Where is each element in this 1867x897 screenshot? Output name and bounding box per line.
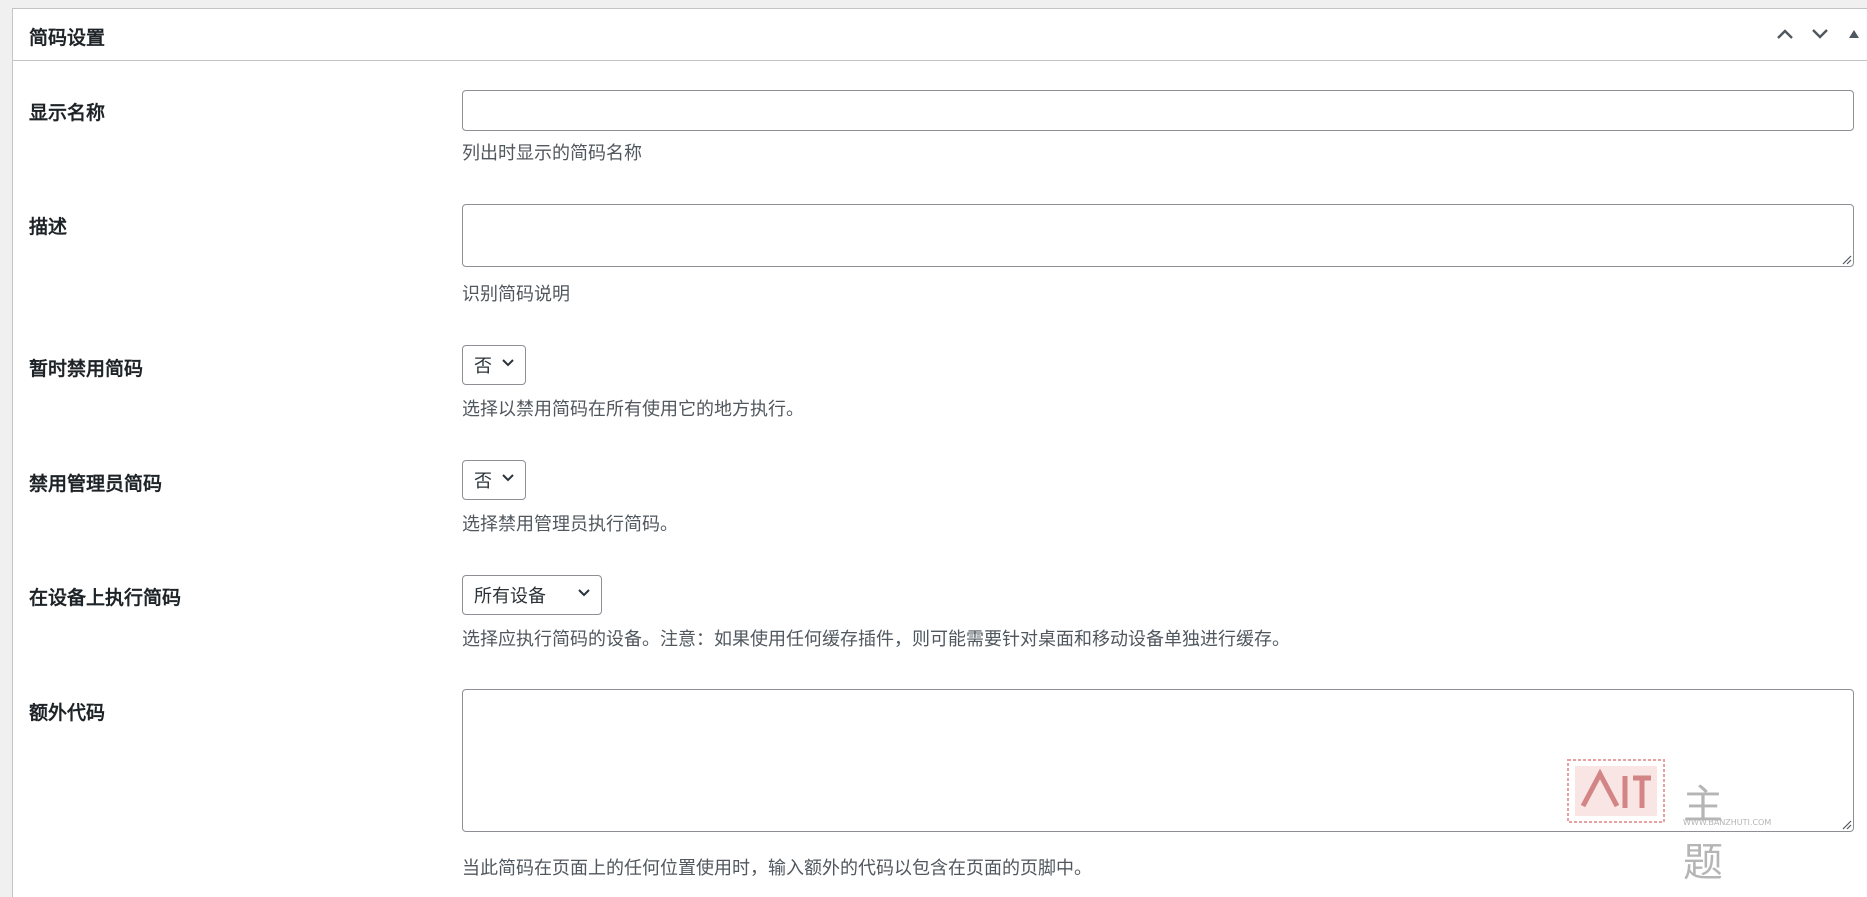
chevron-up-icon <box>1777 29 1793 39</box>
move-up-button[interactable] <box>1770 21 1800 47</box>
disable-admin-selected: 否 <box>474 471 492 492</box>
devices-selected: 所有设备 <box>474 586 546 607</box>
chevron-down-icon <box>578 589 590 597</box>
panel-title: 简码设置 <box>29 27 106 49</box>
disable-temp-select[interactable]: 否 <box>462 345 526 385</box>
chevron-down-icon <box>1812 29 1828 39</box>
description-textarea[interactable] <box>462 204 1854 267</box>
disable-temp-selected: 否 <box>474 356 492 377</box>
disable-admin-select[interactable]: 否 <box>462 460 526 500</box>
description-description: 识别简码说明 <box>462 284 570 305</box>
devices-select[interactable]: 所有设备 <box>462 575 602 615</box>
chevron-down-icon <box>502 359 514 367</box>
devices-description: 选择应执行简码的设备。注意：如果使用任何缓存插件，则可能需要针对桌面和移动设备单… <box>462 629 1290 650</box>
disable-admin-description: 选择禁用管理员执行简码。 <box>462 514 678 535</box>
toggle-panel-button[interactable] <box>1839 21 1867 47</box>
chevron-down-icon <box>502 474 514 482</box>
move-down-button[interactable] <box>1805 21 1835 47</box>
extra-code-label: 额外代码 <box>29 702 106 724</box>
disable-temp-label: 暂时禁用简码 <box>29 358 144 380</box>
watermark-url: WWW.BANZHUTI.COM <box>1683 818 1772 827</box>
extra-code-description: 当此简码在页面上的任何位置使用时，输入额外的代码以包含在页面的页脚中。 <box>462 858 1092 879</box>
resize-grip-icon[interactable] <box>1840 818 1852 830</box>
triangle-up-icon <box>1849 30 1859 38</box>
watermark-logo: 主题 WWW.BANZHUTI.COM <box>1565 756 1805 886</box>
shortcode-settings-panel: 简码设置 显示名称 列出时显示的简码名称 描述 识别简码说明 暂时禁用简码 否 … <box>12 8 1867 897</box>
description-label: 描述 <box>29 216 68 238</box>
display-name-description: 列出时显示的简码名称 <box>462 143 642 164</box>
devices-label: 在设备上执行简码 <box>29 587 182 609</box>
disable-admin-label: 禁用管理员简码 <box>29 473 163 495</box>
watermark-text: 主题 <box>1683 782 1745 886</box>
panel-header: 简码设置 <box>13 9 1867 61</box>
description-textarea-wrap <box>462 204 1854 267</box>
display-name-input[interactable] <box>462 90 1854 131</box>
disable-temp-description: 选择以禁用简码在所有使用它的地方执行。 <box>462 399 804 420</box>
display-name-label: 显示名称 <box>29 102 106 124</box>
resize-grip-icon[interactable] <box>1840 253 1852 265</box>
